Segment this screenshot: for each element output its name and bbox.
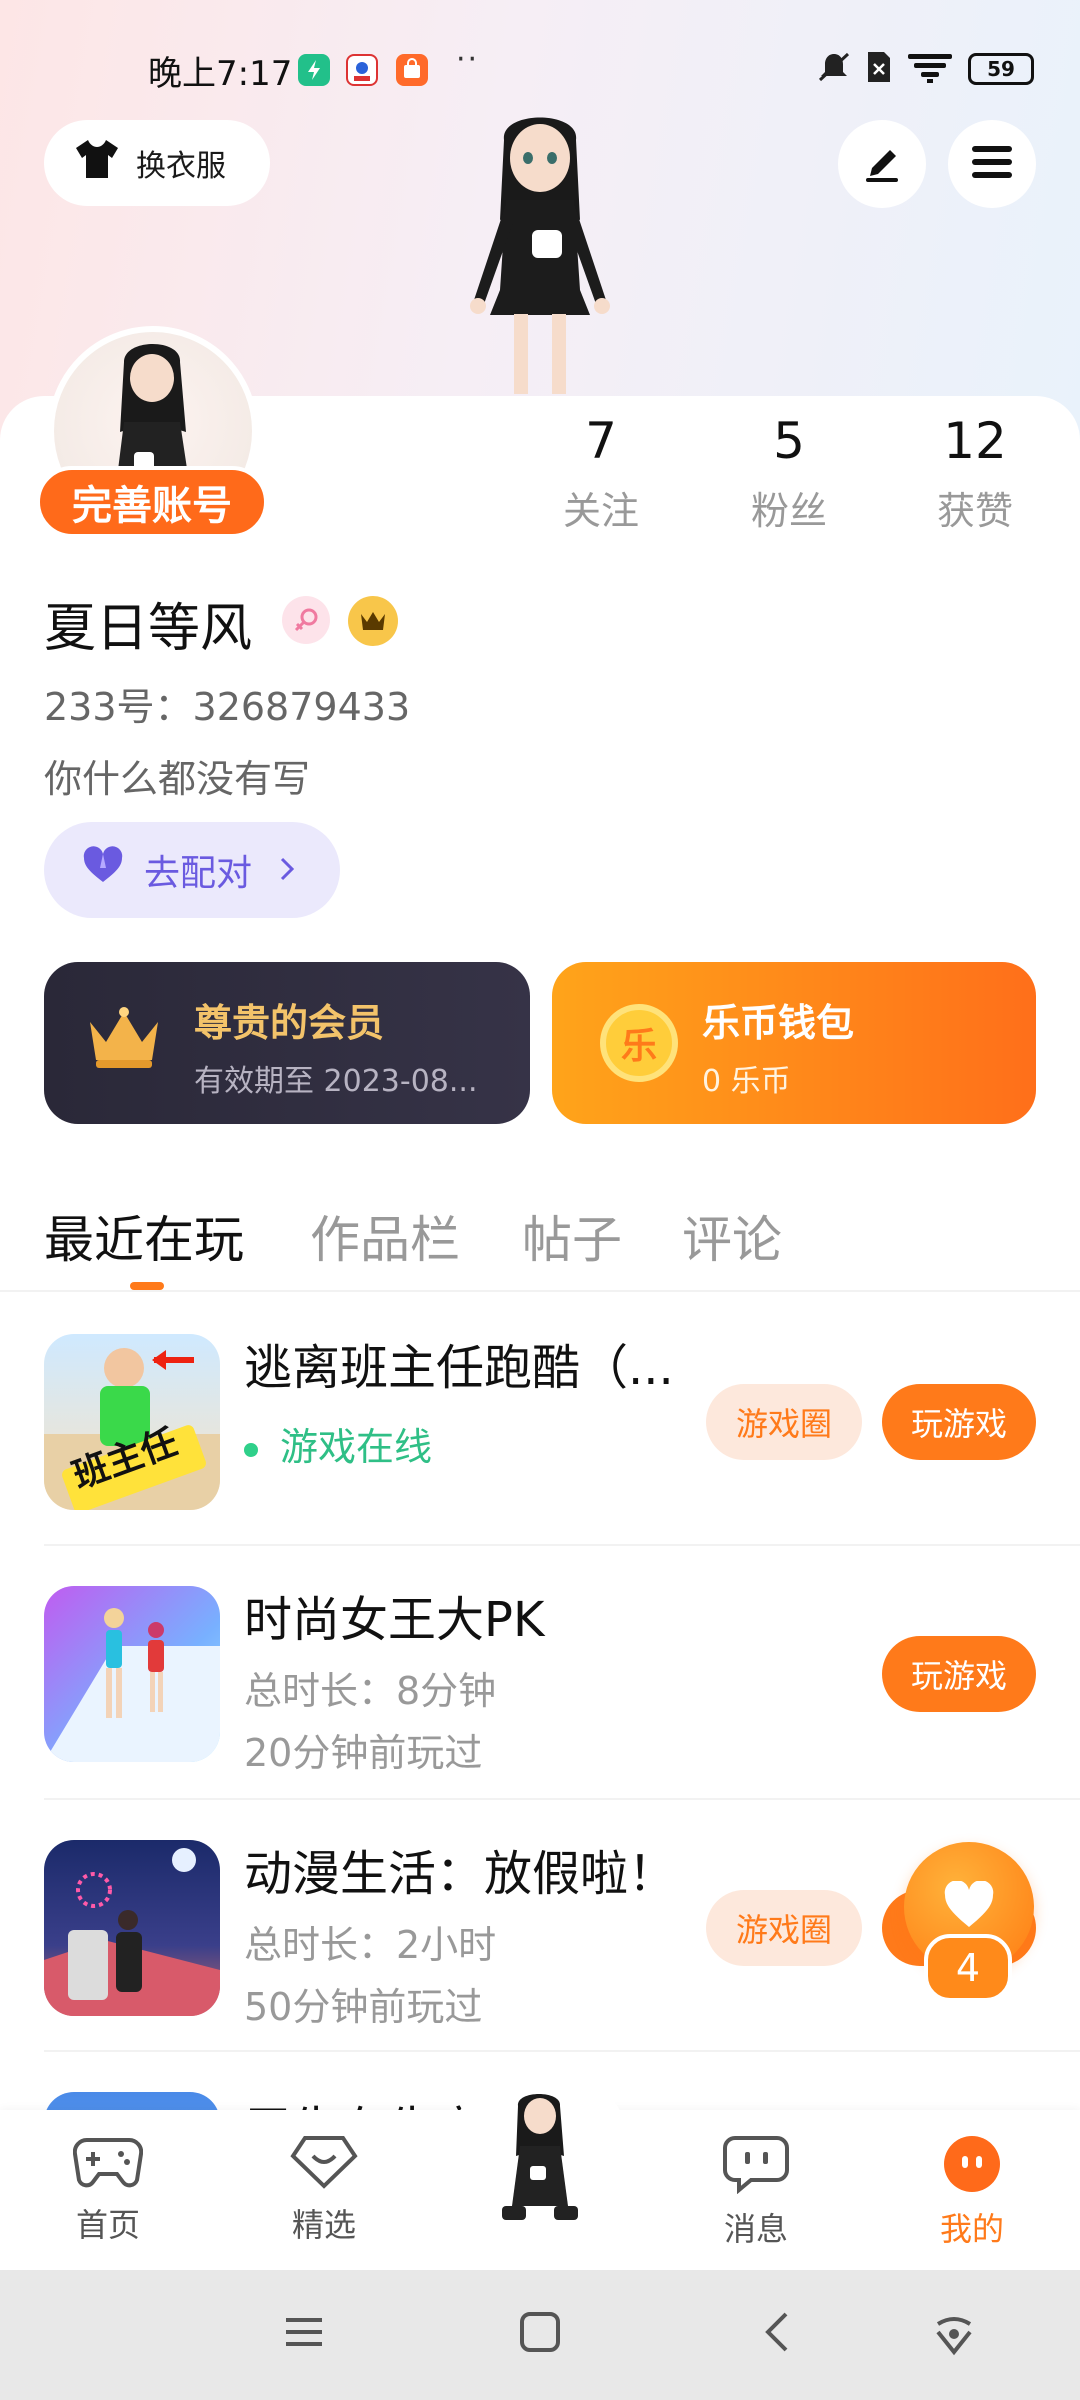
tab-works[interactable]: 作品栏 <box>310 1200 460 1272</box>
active-tab-indicator <box>130 1282 164 1290</box>
game-title: 时尚女王大PK <box>244 1592 545 1648</box>
home-square-icon[interactable] <box>518 2310 562 2358</box>
stat-followers[interactable]: 5 粉丝 <box>714 412 864 535</box>
edit-profile-button[interactable] <box>838 120 926 208</box>
game-thumbnail <box>44 1840 220 2016</box>
vip-crown-icon[interactable] <box>348 596 398 646</box>
wallet-card[interactable]: 乐 乐币钱包 0 乐币 <box>552 962 1036 1124</box>
nav-messages[interactable]: 消息 <box>686 2134 826 2250</box>
vip-expiry: 有效期至 2023-08... <box>194 1064 478 1099</box>
nav-featured-label: 精选 <box>291 2206 356 2244</box>
nav-home[interactable]: 首页 <box>38 2134 178 2246</box>
tab-comments[interactable]: 评论 <box>682 1200 782 1272</box>
vip-member-card[interactable]: 尊贵的会员 有效期至 2023-08... <box>44 962 530 1124</box>
like-count-badge: 4 <box>924 1934 1012 2002</box>
app-notification-icon <box>298 54 330 86</box>
back-arrow-icon[interactable] <box>756 2310 800 2358</box>
menu-button[interactable] <box>948 120 1036 208</box>
play-game-button[interactable]: 玩游戏 <box>882 1636 1036 1712</box>
user-id: 233号：326879433 <box>44 685 411 729</box>
smiley-profile-icon <box>940 2136 1004 2198</box>
more-notifications-icon: ·· <box>456 42 480 77</box>
match-button[interactable]: 去配对 <box>44 822 340 918</box>
play-game-button[interactable]: 玩游戏 <box>882 1384 1036 1460</box>
game-row[interactable]: 班主任 逃离班主任跑酷（... 游戏在线 游戏圈 玩游戏 <box>0 1292 1080 1544</box>
following-label: 关注 <box>562 489 639 533</box>
nav-featured[interactable]: 精选 <box>254 2134 394 2246</box>
likes-count: 12 <box>943 412 1007 470</box>
chat-bubble-icon <box>721 2136 791 2198</box>
system-navigation-bar <box>0 2270 1080 2400</box>
game-title: 逃离班主任跑酷（... <box>244 1340 674 1396</box>
game-thumbnail: 班主任 <box>44 1334 220 1510</box>
stat-following[interactable]: 7 关注 <box>526 412 676 535</box>
username: 夏日等风 <box>44 599 253 659</box>
game-title: 动漫生活：放假啦！ <box>244 1846 677 1902</box>
game-title: 甲生在生交 <box>244 2090 484 2110</box>
nav-me-label: 我的 <box>939 2210 1004 2248</box>
profile-tabs: 最近在玩 作品栏 帖子 评论 <box>0 1190 1080 1290</box>
game-circle-button[interactable]: 游戏圈 <box>706 1890 862 1966</box>
game-online-status: 游戏在线 <box>244 1416 432 1471</box>
nav-home-label: 首页 <box>75 2206 140 2244</box>
following-count: 7 <box>585 412 617 470</box>
complete-account-button[interactable]: 完善账号 <box>36 466 268 538</box>
heart-diamond-icon <box>289 2136 359 2194</box>
sim-icon <box>866 50 892 88</box>
vip-card-title: 尊贵的会员 <box>194 1001 385 1045</box>
followers-label: 粉丝 <box>750 489 827 533</box>
nav-me[interactable]: 我的 <box>902 2134 1042 2250</box>
game-duration: 总时长：2小时 <box>244 1923 497 1967</box>
stat-likes[interactable]: 12 获赞 <box>900 412 1050 535</box>
recent-apps-icon[interactable] <box>282 2310 326 2358</box>
heart-icon <box>942 1880 996 1933</box>
game-duration: 总时长：8分钟 <box>244 1669 497 1713</box>
game-row[interactable]: 时尚女王大PK 总时长：8分钟 20分钟前玩过 玩游戏 <box>0 1544 1080 1796</box>
tshirt-icon <box>72 138 122 188</box>
game-circle-button[interactable]: 游戏圈 <box>706 1384 862 1460</box>
gamepad-icon <box>72 2137 144 2194</box>
game-last-played: 20分钟前玩过 <box>244 1731 483 1775</box>
user-bio: 你什么都没有写 <box>44 757 311 801</box>
wallet-balance: 0 乐币 <box>702 1064 791 1099</box>
edit-pen-icon <box>860 140 904 188</box>
match-label: 去配对 <box>144 853 253 894</box>
followers-count: 5 <box>773 412 805 470</box>
baidu-notification-icon <box>346 54 378 86</box>
status-time: 晚上7:17 <box>148 54 293 94</box>
tab-posts[interactable]: 帖子 <box>522 1200 622 1272</box>
online-label: 游戏在线 <box>280 1425 433 1469</box>
game-last-played: 50分钟前玩过 <box>244 1985 483 2029</box>
nav-avatar-button[interactable] <box>480 2086 600 2248</box>
game-thumbnail <box>44 2092 220 2110</box>
online-dot-icon <box>244 1442 258 1457</box>
coin-icon-char: 乐 <box>620 1026 657 1067</box>
nav-messages-label: 消息 <box>723 2210 788 2248</box>
hamburger-menu-icon <box>970 142 1014 186</box>
status-bar: 晚上7:17 ·· 59 <box>0 40 1080 100</box>
wifi-icon <box>906 50 954 88</box>
change-outfit-label: 换衣服 <box>136 149 226 184</box>
shop-notification-icon <box>396 54 428 86</box>
heart-pair-icon <box>80 845 126 895</box>
wallet-title: 乐币钱包 <box>702 1001 855 1045</box>
change-outfit-button[interactable]: 换衣服 <box>44 120 270 206</box>
avatar-character-image[interactable] <box>440 100 640 400</box>
chevron-right-icon <box>278 850 296 891</box>
mute-icon <box>816 50 852 88</box>
battery-indicator: 59 <box>968 53 1034 85</box>
assistant-icon[interactable] <box>930 2310 978 2362</box>
coin-icon: 乐 <box>600 1004 678 1082</box>
likes-label: 获赞 <box>936 489 1013 533</box>
tab-recently-played[interactable]: 最近在玩 <box>44 1200 244 1272</box>
crown-icon <box>84 1006 164 1076</box>
game-thumbnail <box>44 1586 220 1762</box>
female-gender-icon <box>282 596 330 644</box>
